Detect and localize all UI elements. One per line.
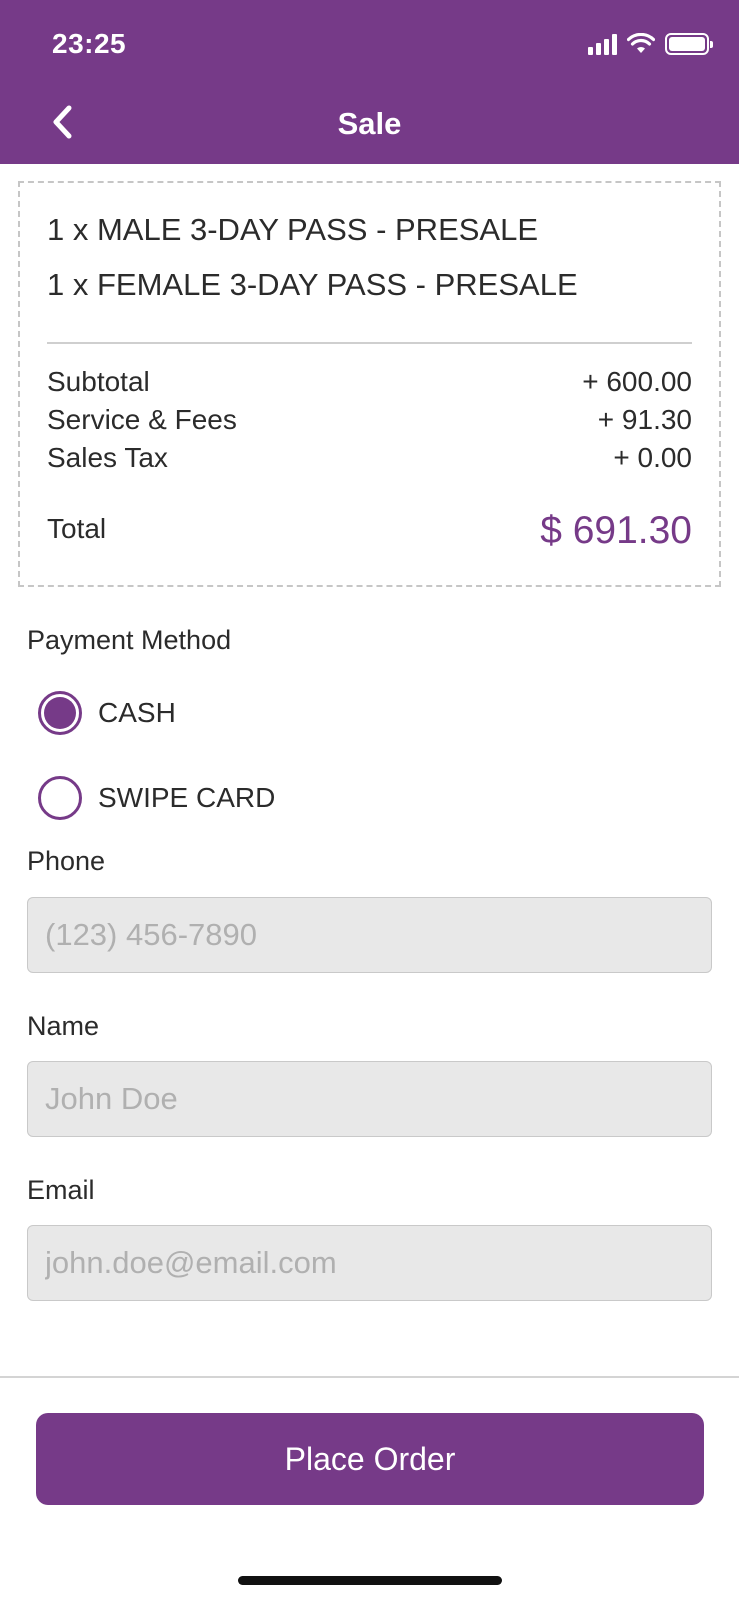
subtotal-label: Subtotal [47, 366, 150, 397]
fees-label: Service & Fees [47, 404, 237, 435]
fees-row: Service & Fees + 91.30 [47, 404, 692, 436]
total-label: Total [47, 513, 107, 544]
payment-option-label: SWIPE CARD [98, 782, 276, 813]
page-title: Sale [337, 106, 402, 141]
radio-unselected-icon[interactable] [38, 776, 82, 820]
status-icons [588, 30, 713, 58]
payment-option-swipe-card[interactable]: SWIPE CARD [38, 776, 275, 820]
email-label: Email [27, 1175, 95, 1205]
place-order-button[interactable]: Place Order [36, 1413, 704, 1505]
wifi-icon [627, 33, 655, 53]
tax-value: + 0.00 [613, 442, 692, 473]
app-header: 23:25 Sale [0, 0, 739, 164]
phone-label: Phone [27, 846, 106, 876]
email-input[interactable] [27, 1225, 712, 1301]
phone-input[interactable] [27, 897, 712, 973]
order-summary: 1 x MALE 3-DAY PASS - PRESALE 1 x FEMALE… [18, 181, 721, 587]
order-item: 1 x MALE 3-DAY PASS - PRESALE [47, 212, 539, 247]
total-value: $ 691.30 [540, 509, 692, 552]
radio-selected-icon[interactable] [38, 691, 82, 735]
status-time: 23:25 [52, 28, 127, 59]
fees-value: + 91.30 [597, 404, 692, 435]
payment-method-label: Payment Method [27, 625, 232, 655]
tax-label: Sales Tax [47, 442, 168, 473]
name-input[interactable] [27, 1061, 712, 1137]
footer-divider [0, 1376, 739, 1378]
payment-option-cash[interactable]: CASH [38, 691, 176, 735]
home-indicator [238, 1576, 502, 1585]
cellular-signal-icon [588, 33, 617, 55]
summary-divider [47, 342, 692, 344]
total-row: Total $ 691.30 [47, 509, 692, 553]
subtotal-row: Subtotal + 600.00 [47, 366, 692, 398]
subtotal-value: + 600.00 [582, 366, 692, 397]
payment-option-label: CASH [98, 697, 176, 728]
order-item: 1 x FEMALE 3-DAY PASS - PRESALE [47, 267, 578, 302]
tax-row: Sales Tax + 0.00 [47, 442, 692, 474]
name-label: Name [27, 1011, 100, 1041]
battery-icon [665, 33, 713, 55]
